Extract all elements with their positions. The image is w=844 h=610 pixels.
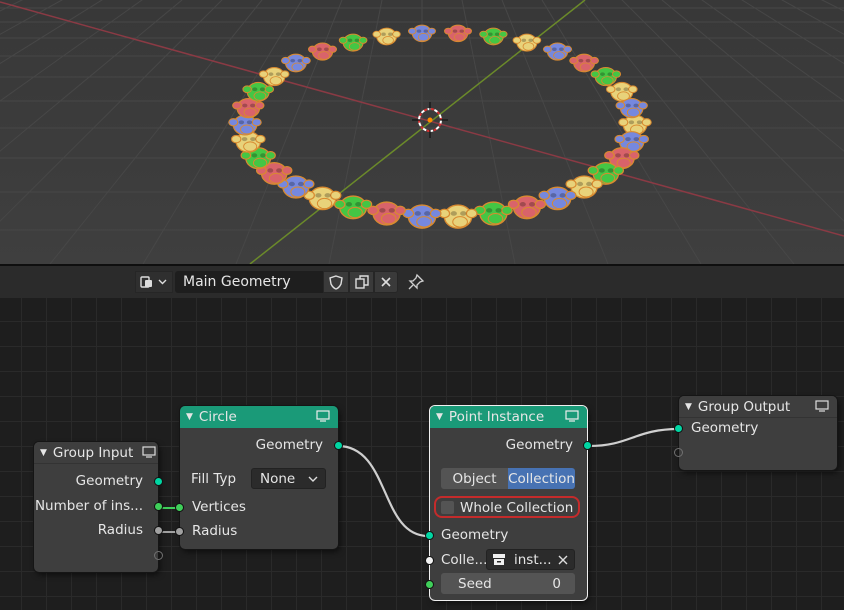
input-collection-socket[interactable]	[425, 556, 434, 565]
output-geometry-label: Geometry	[505, 437, 573, 453]
link-point-instance-to-output	[588, 427, 680, 448]
input-vertices-label: Vertices	[192, 499, 246, 515]
copy-icon	[354, 275, 369, 289]
whole-collection-checkbox[interactable]: Whole Collection	[441, 499, 575, 516]
output-geometry-label: Geometry	[255, 437, 323, 453]
monitor-icon	[316, 410, 330, 422]
checkbox-box[interactable]	[441, 501, 454, 514]
whole-collection-label: Whole Collection	[460, 499, 574, 516]
monitor-icon	[565, 410, 579, 422]
3d-viewport[interactable]	[0, 0, 844, 264]
node-editor-icon	[140, 276, 167, 288]
input-geometry-label: Geometry	[441, 527, 509, 543]
close-icon	[381, 277, 391, 287]
output-number-socket[interactable]	[154, 502, 163, 511]
mode-collection-button[interactable]: Collection	[508, 468, 575, 489]
output-radius-socket[interactable]	[154, 526, 163, 535]
circle-node[interactable]: ▼ Circle Geometry Fill Typ None Vertices…	[175, 406, 343, 549]
node-title: Group Output	[697, 398, 791, 415]
mode-collection-label: Collection	[508, 470, 575, 487]
input-empty-socket[interactable]	[674, 448, 683, 457]
collapse-arrow-icon[interactable]: ▼	[436, 412, 443, 422]
input-geometry-socket[interactable]	[674, 424, 683, 433]
point-instance-header[interactable]: ▼ Point Instance	[430, 406, 587, 428]
circle-header[interactable]: ▼ Circle	[180, 406, 338, 428]
output-number-label: Number of ins...	[34, 498, 143, 514]
node-title: Point Instance	[448, 409, 545, 425]
output-geometry-socket[interactable]	[334, 441, 343, 450]
fake-user-button[interactable]	[323, 271, 349, 293]
input-vertices-socket[interactable]	[175, 503, 184, 512]
viewport-scene	[0, 0, 844, 264]
fill-type-label: Fill Typ	[191, 471, 237, 487]
output-empty-socket[interactable]	[154, 551, 163, 560]
shield-icon	[329, 274, 343, 290]
mode-object-button[interactable]: Object	[441, 468, 508, 489]
fill-type-dropdown[interactable]: None	[251, 468, 326, 489]
input-collection-label: Colle...	[441, 552, 488, 568]
output-radius-label: Radius	[97, 522, 143, 538]
mode-object-label: Object	[452, 470, 497, 487]
monitor-icon	[142, 446, 156, 458]
collection-field[interactable]: inst...	[486, 549, 575, 570]
collapse-arrow-icon[interactable]: ▼	[40, 448, 47, 458]
node-title: Group Input	[52, 444, 134, 461]
point-instance-node[interactable]: ▼ Point Instance Geometry Object Collect…	[425, 406, 592, 600]
group-input-node[interactable]: ▼ Group Input Geometry Number of ins... …	[34, 442, 163, 572]
input-radius-label: Radius	[192, 523, 238, 539]
unlink-button[interactable]	[374, 271, 398, 293]
node-editor-header: Main Geometry	[0, 266, 844, 298]
duplicate-button[interactable]	[349, 271, 374, 293]
mode-toggle: Object Collection	[441, 468, 575, 489]
monitor-icon	[815, 400, 829, 412]
output-geometry-socket[interactable]	[154, 477, 163, 486]
pin-button[interactable]	[407, 273, 427, 291]
seed-label: Seed	[458, 575, 492, 592]
seed-field[interactable]: Seed 0	[441, 573, 575, 594]
node-tree-name-field[interactable]: Main Geometry	[175, 271, 323, 293]
input-seed-socket[interactable]	[425, 580, 434, 589]
input-radius-socket[interactable]	[175, 527, 184, 536]
group-input-header[interactable]: ▼ Group Input	[34, 442, 158, 464]
group-output-header[interactable]: ▼ Group Output	[679, 396, 837, 418]
input-geometry-label: Geometry	[691, 420, 759, 436]
pin-icon	[408, 273, 425, 290]
fill-type-value: None	[260, 470, 296, 487]
node-tree-name: Main Geometry	[183, 274, 291, 290]
seed-value: 0	[552, 575, 561, 592]
output-geometry-socket[interactable]	[583, 441, 592, 450]
node-title: Circle	[198, 409, 237, 425]
collapse-arrow-icon[interactable]: ▼	[186, 412, 193, 422]
editor-type-button[interactable]	[135, 271, 173, 293]
output-geometry-label: Geometry	[75, 473, 143, 489]
collection-value: inst...	[514, 551, 552, 568]
chevron-down-icon	[308, 476, 318, 482]
input-geometry-socket[interactable]	[425, 531, 434, 540]
collapse-arrow-icon[interactable]: ▼	[685, 402, 692, 412]
collection-icon	[493, 554, 505, 565]
group-output-node[interactable]: ▼ Group Output Geometry	[674, 396, 837, 470]
node-editor-canvas[interactable]: ▼ Group Input Geometry Number of ins... …	[0, 298, 844, 610]
clear-icon[interactable]	[558, 555, 568, 565]
link-circle-to-point-instance	[337, 444, 429, 538]
